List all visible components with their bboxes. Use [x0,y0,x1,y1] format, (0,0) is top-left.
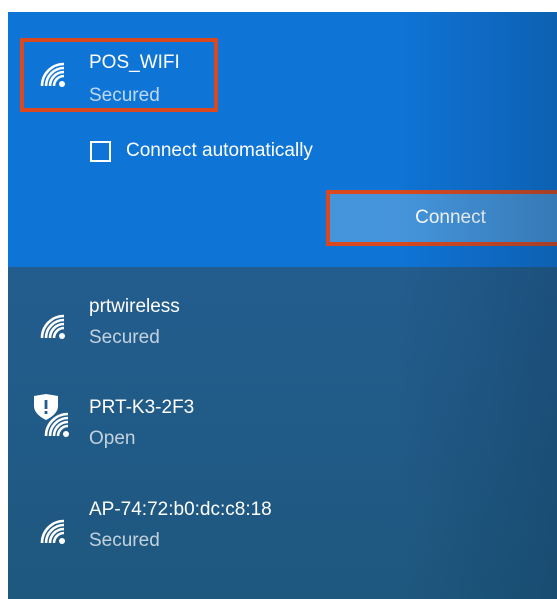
connect-button-label: Connect [415,207,486,228]
selected-network-item[interactable]: POS_WIFI Secured Connect automatically C… [8,12,557,267]
network-status: Secured [89,530,160,551]
network-name: prtwireless [89,296,180,317]
network-item[interactable]: prtwireless Secured [8,282,557,382]
network-name: POS_WIFI [89,52,180,73]
network-name: PRT-K3-2F3 [89,397,195,418]
connect-button[interactable]: Connect [326,190,557,246]
connect-automatically-row[interactable]: Connect automatically [90,136,313,166]
wifi-flyout-panel: POS_WIFI Secured Connect automatically C… [8,12,557,599]
network-item[interactable]: AP-74:72:b0:dc:c8:18 Secured [8,487,557,587]
wifi-signal-icon [40,519,67,546]
network-status: Secured [89,327,160,348]
network-name: AP-74:72:b0:dc:c8:18 [89,499,272,520]
wifi-signal-icon [40,62,67,89]
wifi-signal-icon [40,314,67,341]
network-status: Open [89,428,136,449]
wifi-open-warning-icon [34,394,71,439]
connect-automatically-label: Connect automatically [126,140,313,161]
connect-automatically-checkbox[interactable] [90,140,111,162]
network-item[interactable]: PRT-K3-2F3 Open [8,384,557,484]
network-status: Secured [89,85,160,106]
